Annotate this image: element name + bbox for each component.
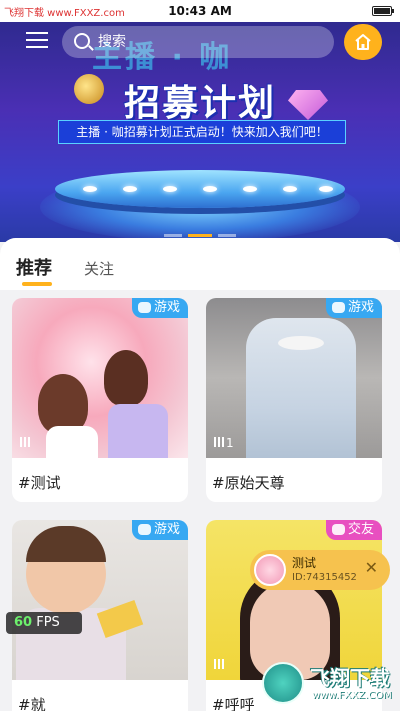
- stream-title: #测试: [18, 474, 61, 492]
- status-time: 10:43 AM: [168, 4, 232, 18]
- home-button[interactable]: [344, 24, 382, 60]
- stage-platform: [55, 170, 345, 208]
- pagination-dot[interactable]: [218, 234, 236, 237]
- site-logo-icon: [262, 662, 304, 704]
- content-sheet: 推荐 关注 游戏 #测试 游戏 1 #原始天尊 游戏 #就 交友 #呼呼: [0, 238, 400, 711]
- mini-player-uid: ID:74315452: [292, 572, 357, 583]
- stream-thumbnail: 游戏 1: [206, 298, 382, 458]
- category-tag: 游戏: [131, 520, 188, 540]
- avatar: [254, 554, 286, 586]
- mini-player-name: 测试: [292, 556, 317, 570]
- tab-recommend[interactable]: 推荐: [16, 254, 52, 286]
- download-site-watermark: 飞翔下载 www.FXXZ.COM: [262, 660, 398, 708]
- viewer-count: [20, 436, 32, 450]
- close-icon[interactable]: ✕: [365, 558, 378, 577]
- search-input[interactable]: [98, 26, 328, 58]
- home-icon: [355, 34, 371, 50]
- pagination-dot-active[interactable]: [188, 234, 212, 237]
- category-tag: 游戏: [325, 298, 382, 318]
- stream-thumbnail: 交友: [206, 520, 382, 680]
- status-bar: 飞翔下载 www.FXXZ.com 10:43 AM: [0, 0, 400, 22]
- stream-card[interactable]: 游戏 1 #原始天尊: [206, 298, 382, 502]
- social-icon: [331, 524, 345, 535]
- category-tag: 交友: [325, 520, 382, 540]
- mini-player[interactable]: 测试 ID:74315452 ✕: [250, 550, 390, 590]
- gamepad-icon: [331, 302, 345, 313]
- stream-thumbnail: 游戏: [12, 520, 188, 680]
- category-tag: 游戏: [131, 298, 188, 318]
- search-icon: [74, 33, 90, 49]
- gamepad-icon: [137, 524, 151, 535]
- viewer-count: [214, 658, 226, 672]
- pagination-dot[interactable]: [164, 234, 182, 237]
- battery-icon: [372, 6, 394, 16]
- menu-icon[interactable]: [26, 32, 48, 48]
- search-bar[interactable]: [62, 26, 334, 58]
- tab-bar: 推荐 关注: [0, 238, 400, 290]
- fps-counter: 60 FPS: [6, 612, 82, 634]
- stream-thumbnail: 游戏: [12, 298, 188, 458]
- banner-slogan: 主播 · 咖招募计划正式启动！快来加入我们吧！: [58, 120, 346, 144]
- gamepad-icon: [137, 302, 151, 313]
- tab-follow[interactable]: 关注: [84, 258, 114, 279]
- viewer-count: 1: [214, 436, 234, 450]
- stream-title: #就: [18, 696, 46, 711]
- banner-title: 招募计划: [123, 83, 276, 124]
- stream-card[interactable]: 游戏 #测试: [12, 298, 188, 502]
- stream-title: #原始天尊: [212, 474, 285, 492]
